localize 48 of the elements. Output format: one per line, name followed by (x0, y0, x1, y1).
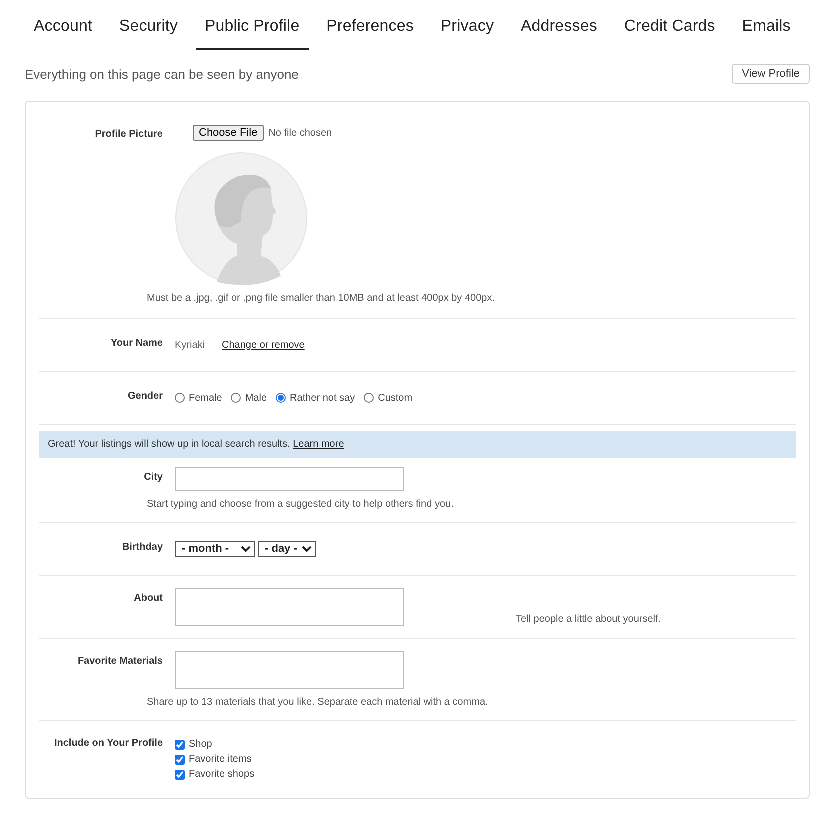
view-profile-button[interactable]: View Profile (732, 64, 810, 84)
name-value: Kyriaki (175, 340, 206, 350)
tab[interactable]: Preferences (318, 12, 423, 50)
avatar-icon (175, 152, 308, 285)
materials-field[interactable] (175, 651, 404, 689)
tab[interactable]: Public Profile (196, 12, 309, 50)
option-label: Custom (378, 392, 413, 404)
hint-text: Tell people a little about yourself. (516, 614, 662, 625)
city-input[interactable] (175, 467, 404, 491)
radio-button[interactable] (175, 393, 185, 403)
option-label: Favorite items (189, 754, 252, 765)
field-label: Gender (126, 390, 163, 404)
checkbox[interactable] (175, 770, 185, 780)
learn-more-link[interactable]: Learn more (293, 439, 344, 450)
month-select[interactable]: - month - (175, 541, 255, 557)
option-label: Rather not say (290, 392, 356, 404)
tab[interactable]: Credit Cards (615, 12, 724, 50)
tab[interactable]: Addresses (512, 12, 606, 50)
banner-text: Great! Your listings will show up in local search results. Learn more (48, 439, 344, 450)
radio-button[interactable] (231, 393, 242, 403)
radio-button[interactable] (276, 393, 286, 403)
option-label: Favorite shops (189, 769, 255, 780)
about-field[interactable] (175, 588, 404, 626)
tab[interactable]: Privacy (432, 12, 504, 50)
tab[interactable]: Emails (733, 12, 800, 50)
field-label: City (143, 471, 163, 485)
field-label: Include on Your Profile (53, 737, 163, 751)
option-label: Female (189, 392, 222, 404)
hint-text: Share up to 13 materials that you like. Separate each material with a comma. (146, 697, 490, 708)
option-label: Shop (189, 739, 212, 750)
field-label: Profile Picture (94, 128, 163, 142)
radio-button[interactable] (364, 393, 374, 403)
hint-text: Must be a .jpg, .gif or .png file smaller than 10MB and at least 400px by 400px. (146, 293, 496, 304)
notice-text: Everything on this page can be seen by anyone (25, 66, 299, 82)
field-label: About (133, 592, 163, 606)
choose-file-button[interactable]: Choose File (193, 125, 264, 141)
field-label: Favorite Materials (76, 655, 163, 669)
change-name-link[interactable]: Change or remove (222, 340, 305, 350)
hint-text: Start typing and choose from a suggested city to help others find you. (146, 499, 455, 510)
field-label: Birthday (121, 541, 163, 555)
option-label: Male (245, 392, 268, 404)
tab[interactable]: Security (110, 12, 188, 50)
field-label: Your Name (110, 337, 163, 351)
checkbox[interactable] (175, 754, 185, 764)
tab[interactable]: Account (25, 12, 102, 50)
checkbox[interactable] (175, 740, 185, 750)
file-status-text: No file chosen (268, 128, 332, 138)
day-select[interactable]: - day - (258, 541, 316, 557)
